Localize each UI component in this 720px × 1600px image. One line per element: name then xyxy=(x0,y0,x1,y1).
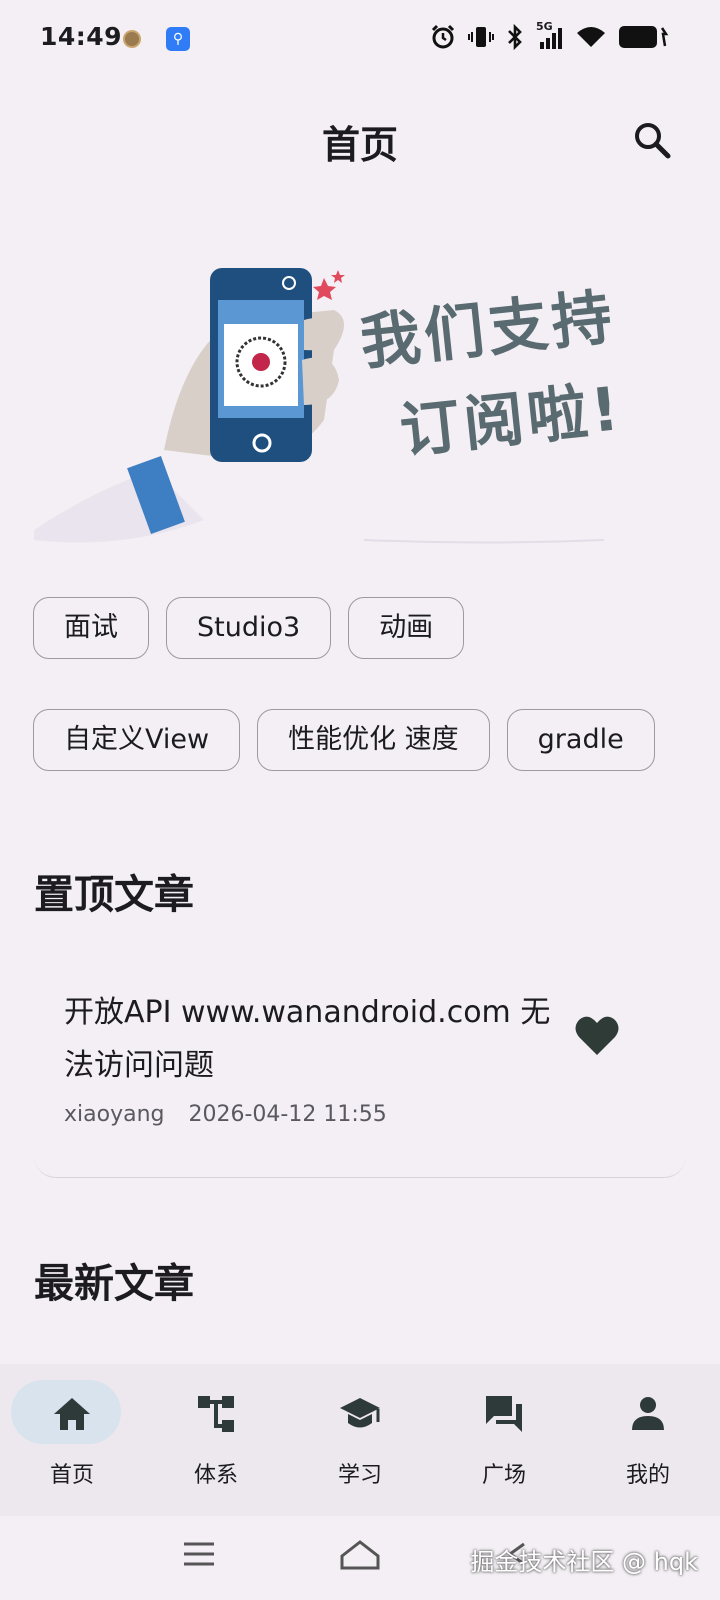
nav-item-home[interactable]: 首页 xyxy=(0,1364,144,1516)
network-type-label: 5G xyxy=(536,20,553,33)
heart-icon xyxy=(575,1016,619,1055)
top-app-bar: 首页 xyxy=(0,100,720,180)
status-bar: 14:49 ⚲ 5G xyxy=(0,0,720,78)
watermark-text: 掘金技术社区 @ hqk xyxy=(470,1548,698,1576)
system-navigation-bar: 掘金技术社区 @ hqk xyxy=(0,1516,720,1600)
nav-item-system[interactable]: 体系 xyxy=(144,1364,288,1516)
nav-item-mine[interactable]: 我的 xyxy=(576,1364,720,1516)
article-meta: xiaoyang 2026-04-12 11:55 xyxy=(64,1102,387,1127)
tag-chip[interactable]: 性能优化 速度 xyxy=(257,709,490,771)
favorite-button[interactable] xyxy=(574,1014,620,1058)
tag-chip[interactable]: 动画 xyxy=(348,597,465,659)
alarm-icon xyxy=(431,24,455,49)
wifi-icon xyxy=(577,27,605,47)
person-icon xyxy=(632,1397,664,1430)
app-screen: 14:49 ⚲ 5G 首页 我们支持 订阅啦! 面试 Studio3 动画 自定… xyxy=(0,0,720,1600)
nav-item-square[interactable]: 广场 xyxy=(432,1364,576,1516)
nav-label: 广场 xyxy=(481,1463,526,1488)
article-author: xiaoyang xyxy=(64,1102,165,1127)
bluetooth-icon xyxy=(508,24,522,50)
article-date: 2026-04-12 11:55 xyxy=(188,1102,387,1127)
nav-label: 学习 xyxy=(337,1463,382,1488)
nav-label: 体系 xyxy=(193,1463,238,1488)
tag-chip[interactable]: 面试 xyxy=(33,597,149,659)
battery-icon xyxy=(619,26,669,48)
tag-chip[interactable]: Studio3 xyxy=(166,597,332,659)
banner-text: 我们支持 订阅啦! xyxy=(356,271,630,481)
home-icon xyxy=(54,1398,90,1430)
tag-chip[interactable]: 自定义View xyxy=(33,709,241,771)
pinned-section-title: 置顶文章 xyxy=(34,872,194,918)
nav-label: 我的 xyxy=(625,1463,670,1488)
home-nav-icon[interactable] xyxy=(336,1534,384,1574)
tag-row-1: 面试 Studio3 动画 xyxy=(33,597,465,659)
page-title: 首页 xyxy=(321,123,398,167)
status-time: 14:49 xyxy=(40,22,123,51)
latest-section-title: 最新文章 xyxy=(34,1261,194,1307)
subscription-banner[interactable]: 我们支持 订阅啦! xyxy=(34,240,686,558)
vibrate-icon xyxy=(468,27,494,47)
nav-item-learn[interactable]: 学习 xyxy=(288,1364,432,1516)
nav-label: 首页 xyxy=(49,1463,94,1488)
status-icons: 5G xyxy=(430,20,670,52)
search-icon xyxy=(635,123,671,159)
article-title: 开放API www.wanandroid.com 无法访问问题 xyxy=(64,995,551,1083)
tree-icon xyxy=(198,1396,234,1432)
signal-icon: 5G xyxy=(536,20,564,50)
usb-icon: ⚲ xyxy=(166,27,190,51)
banner-line-1: 我们支持 xyxy=(357,282,620,379)
search-button[interactable] xyxy=(630,118,674,162)
app-notification-icon xyxy=(123,30,141,48)
forum-icon xyxy=(486,1396,522,1432)
tag-row-2: 自定义View 性能优化 速度 gradle xyxy=(33,709,655,771)
tag-chip[interactable]: gradle xyxy=(506,709,655,771)
pinned-article-card[interactable]: 开放API www.wanandroid.com 无法访问问题 xiaoyang… xyxy=(34,950,686,1178)
school-icon xyxy=(340,1398,380,1428)
menu-icon[interactable] xyxy=(176,1534,224,1574)
bottom-navigation: 首页 体系 学习 广场 我的 xyxy=(0,1364,720,1516)
